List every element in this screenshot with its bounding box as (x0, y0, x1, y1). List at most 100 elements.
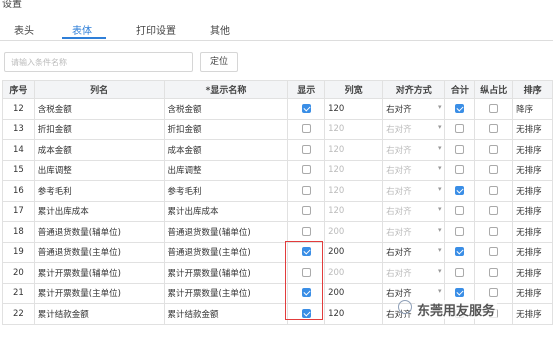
align-cell[interactable]: 右对齐 ▾ (382, 98, 446, 120)
show-checkbox[interactable] (301, 185, 311, 195)
ratio-checkbox[interactable] (489, 226, 499, 236)
sort-cell[interactable]: 无排序 (512, 200, 553, 222)
tab-header[interactable]: 表头 (14, 22, 34, 37)
ratio-checkbox[interactable] (489, 267, 499, 277)
sum-checkbox[interactable] (455, 103, 465, 113)
display-name-cell[interactable]: 成本金额 (163, 139, 289, 161)
show-checkbox[interactable] (301, 226, 311, 236)
sort-cell[interactable]: 无排序 (512, 139, 553, 161)
display-name-cell[interactable]: 出库调整 (163, 159, 289, 181)
tab-body[interactable]: 表体 (72, 22, 92, 37)
sum-cell (444, 139, 476, 161)
show-checkbox[interactable] (301, 165, 311, 175)
display-name-cell[interactable]: 累计开票数量(辅单位) (163, 262, 289, 284)
display-name-cell[interactable]: 参考毛利 (163, 180, 289, 202)
show-checkbox[interactable] (301, 124, 311, 134)
tab-print-settings[interactable]: 打印设置 (136, 22, 176, 37)
chevron-down-icon[interactable]: ▾ (438, 164, 442, 172)
chevron-down-icon[interactable]: ▾ (438, 246, 442, 254)
show-cell (287, 98, 326, 120)
display-name-cell[interactable]: 累计结款金额 (163, 303, 289, 325)
sum-checkbox[interactable] (455, 144, 465, 154)
width-cell[interactable]: 120 (324, 139, 384, 161)
ratio-checkbox[interactable] (489, 165, 499, 175)
align-cell[interactable]: 右对齐 ▾ (382, 241, 446, 263)
header-index: 序号 (2, 80, 35, 99)
highlight-box (285, 241, 323, 320)
align-cell[interactable]: 右对齐 ▾ (382, 180, 446, 202)
width-cell[interactable]: 120 (324, 303, 384, 325)
chevron-down-icon[interactable]: ▾ (438, 287, 442, 295)
sort-cell[interactable]: 无排序 (512, 221, 553, 243)
display-name-cell[interactable]: 含税金额 (163, 98, 289, 120)
chevron-down-icon[interactable]: ▾ (438, 123, 442, 131)
chevron-down-icon[interactable]: ▾ (438, 205, 442, 213)
show-checkbox[interactable] (301, 206, 311, 216)
chevron-down-icon[interactable]: ▾ (438, 185, 442, 193)
display-name-cell[interactable]: 普通退货数量(辅单位) (163, 221, 289, 243)
width-cell[interactable]: 120 (324, 200, 384, 222)
sum-checkbox[interactable] (455, 267, 465, 277)
display-name-cell[interactable]: 普通退货数量(主单位) (163, 241, 289, 263)
width-cell[interactable]: 120 (324, 159, 384, 181)
width-cell[interactable]: 120 (324, 180, 384, 202)
locate-button[interactable]: 定位 (200, 52, 238, 72)
ratio-checkbox[interactable] (489, 247, 499, 257)
width-cell[interactable]: 200 (324, 241, 384, 263)
chevron-down-icon[interactable]: ▾ (438, 144, 442, 152)
width-cell[interactable]: 200 (324, 282, 384, 304)
width-cell[interactable]: 200 (324, 262, 384, 284)
sort-cell[interactable]: 无排序 (512, 241, 553, 263)
sum-checkbox[interactable] (455, 288, 465, 298)
sum-checkbox[interactable] (455, 247, 465, 257)
align-cell[interactable]: 右对齐 ▾ (382, 139, 446, 161)
active-tab-indicator (62, 37, 106, 39)
sort-cell[interactable]: 无排序 (512, 180, 553, 202)
header-ratio: 纵占比 (474, 80, 514, 99)
align-cell[interactable]: 右对齐 ▾ (382, 118, 446, 140)
row-index: 14 (2, 139, 35, 161)
sum-checkbox[interactable] (455, 206, 465, 216)
display-name-cell[interactable]: 折扣金额 (163, 118, 289, 140)
align-cell[interactable]: 右对齐 ▾ (382, 159, 446, 181)
show-checkbox[interactable] (301, 103, 311, 113)
align-value: 右对齐 (386, 268, 412, 279)
width-cell[interactable]: 200 (324, 221, 384, 243)
sort-cell[interactable]: 无排序 (512, 118, 553, 140)
width-cell[interactable]: 120 (324, 98, 384, 120)
sort-cell[interactable]: 无排序 (512, 262, 553, 284)
ratio-checkbox[interactable] (489, 185, 499, 195)
sort-cell[interactable]: 降序 (512, 98, 553, 120)
tab-other[interactable]: 其他 (210, 22, 230, 37)
sort-cell[interactable]: 无排序 (512, 159, 553, 181)
sum-checkbox[interactable] (455, 165, 465, 175)
ratio-checkbox[interactable] (489, 103, 499, 113)
ratio-checkbox[interactable] (489, 144, 499, 154)
search-input[interactable] (4, 52, 193, 72)
row-index: 17 (2, 200, 35, 222)
sort-cell[interactable]: 无排序 (512, 282, 553, 304)
table-row: 20 累计开票数量(辅单位) 累计开票数量(辅单位) 200 右对齐 ▾ 无排序 (2, 262, 553, 284)
sum-checkbox[interactable] (455, 226, 465, 236)
sum-checkbox[interactable] (455, 124, 465, 134)
chevron-down-icon[interactable]: ▾ (438, 103, 442, 111)
show-cell (287, 118, 326, 140)
chevron-down-icon[interactable]: ▾ (438, 226, 442, 234)
align-cell[interactable]: 右对齐 ▾ (382, 221, 446, 243)
sum-checkbox[interactable] (455, 185, 465, 195)
ratio-checkbox[interactable] (489, 288, 499, 298)
sum-cell (444, 159, 476, 181)
ratio-checkbox[interactable] (489, 124, 499, 134)
column-name-cell: 普通退货数量(主单位) (33, 241, 165, 263)
display-name-cell[interactable]: 累计开票数量(主单位) (163, 282, 289, 304)
align-cell[interactable]: 右对齐 ▾ (382, 200, 446, 222)
show-checkbox[interactable] (301, 144, 311, 154)
display-name-cell[interactable]: 累计出库成本 (163, 200, 289, 222)
ratio-checkbox[interactable] (489, 206, 499, 216)
align-cell[interactable]: 右对齐 ▾ (382, 262, 446, 284)
sort-cell[interactable]: 无排序 (512, 303, 553, 325)
watermark: 东莞用友服务 (415, 300, 498, 319)
chevron-down-icon[interactable]: ▾ (438, 267, 442, 275)
width-cell[interactable]: 120 (324, 118, 384, 140)
ratio-cell (474, 200, 514, 222)
